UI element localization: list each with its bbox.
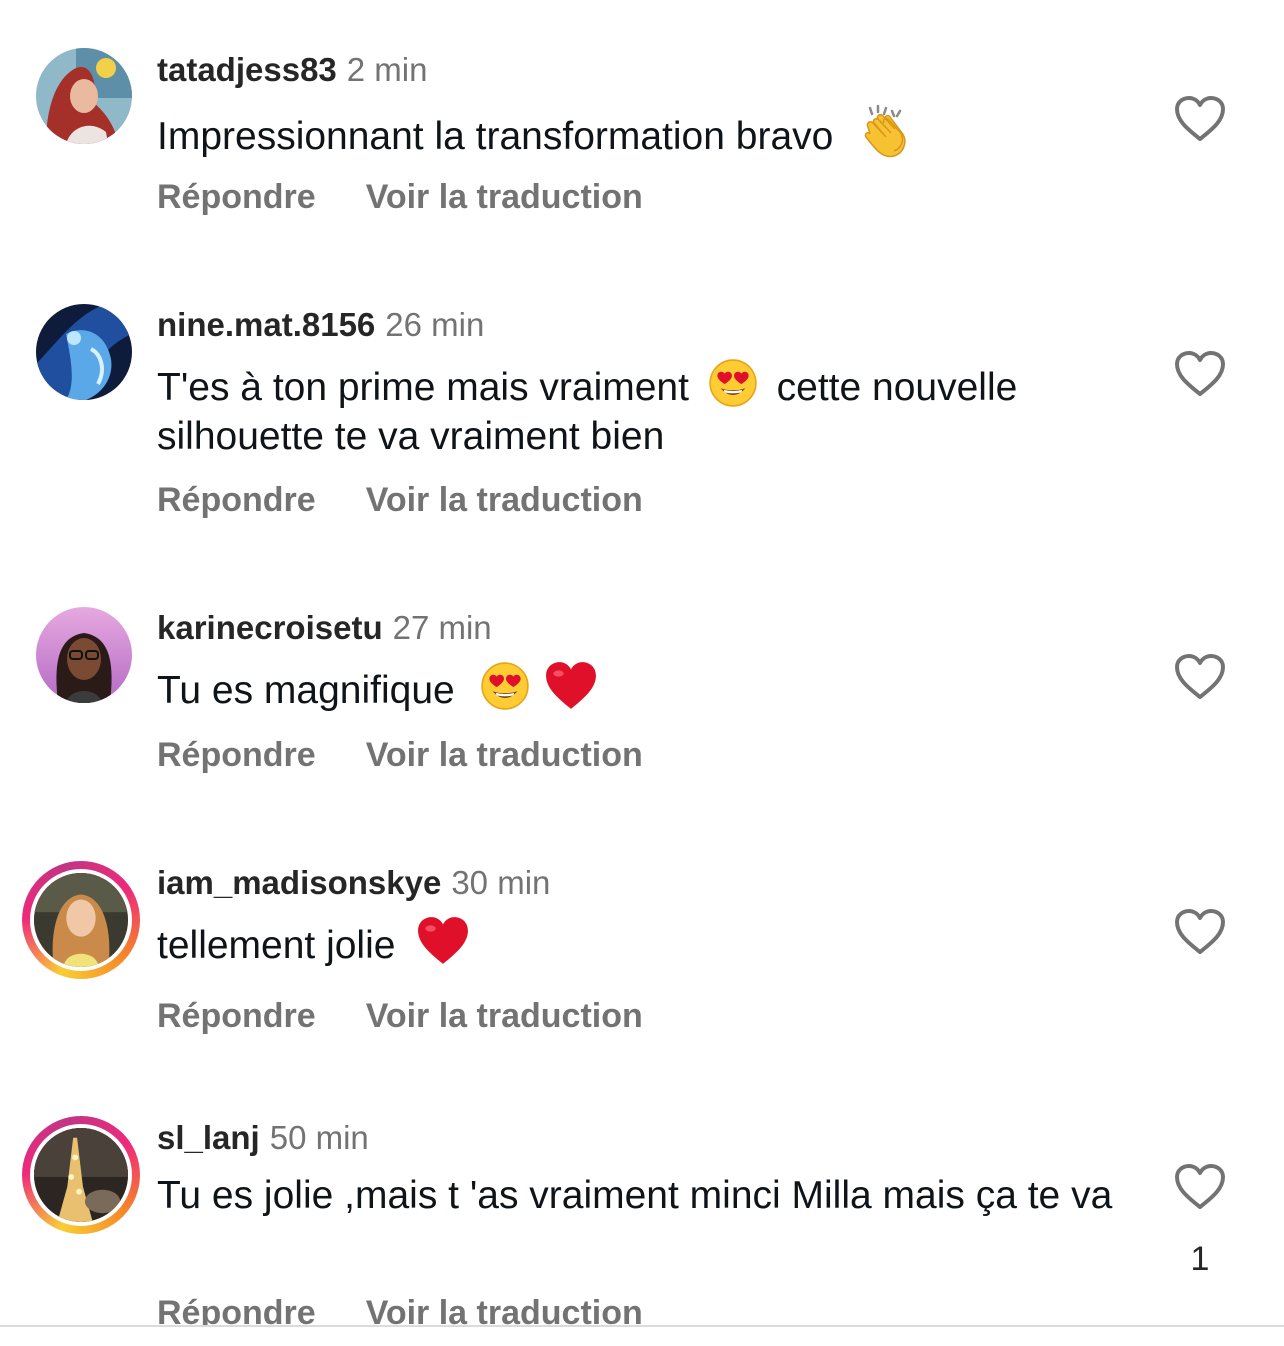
comment-header: nine.mat.8156 26 min [157, 305, 484, 345]
avatar-karinecroisetu[interactable] [36, 607, 132, 703]
comment-time: 2 min [346, 51, 428, 88]
username[interactable]: nine.mat.8156 [157, 306, 375, 343]
avatar-iam-madisonskye[interactable] [22, 861, 140, 979]
comment-body-part-1: T'es à ton prime mais vraiment [157, 366, 689, 409]
username[interactable]: tatadjess83 [157, 51, 337, 88]
red-heart-icon [544, 661, 598, 711]
comment-body: Tu es magnifique [157, 669, 455, 712]
like-button[interactable] [1174, 653, 1226, 701]
comment-actions: Répondre Voir la traduction [157, 177, 643, 217]
heart-outline-icon [1174, 653, 1226, 701]
avatar-image [36, 607, 132, 703]
like-button[interactable] [1174, 350, 1226, 398]
avatar-image [36, 304, 132, 400]
avatar-sl-lanj[interactable] [22, 1116, 140, 1234]
clapping-hands-icon [856, 103, 912, 159]
comment-header: iam_madisonskye 30 min [157, 863, 550, 903]
see-translation-button[interactable]: Voir la traduction [366, 996, 643, 1036]
avatar-nine-mat-8156[interactable] [36, 304, 132, 400]
heart-outline-icon [1174, 95, 1226, 143]
comment-header: tatadjess83 2 min [157, 50, 427, 90]
comment-actions: Répondre Voir la traduction [157, 735, 643, 775]
bottom-bar [0, 1327, 1284, 1346]
reply-button[interactable]: Répondre [157, 735, 316, 775]
comment-text: Tu es jolie ,mais t 'as vraiment minci M… [157, 1171, 1137, 1220]
avatar-image [36, 48, 132, 144]
like-count: 1 [1190, 1240, 1210, 1278]
comment-text: tellement jolie [157, 916, 1137, 970]
see-translation-button[interactable]: Voir la traduction [366, 480, 643, 520]
comment-time: 26 min [385, 306, 485, 343]
comment-actions: Répondre Voir la traduction [157, 480, 643, 520]
username[interactable]: karinecroisetu [157, 609, 383, 646]
like-button[interactable] [1174, 908, 1226, 956]
like-button[interactable] [1174, 95, 1226, 143]
comment-header: sl_lanj 50 min [157, 1118, 369, 1158]
avatar-tatadjess83[interactable] [36, 48, 132, 144]
comment-text: Impressionnant la transformation bravo [157, 103, 1137, 161]
username[interactable]: sl_lanj [157, 1119, 260, 1156]
comment-time: 27 min [392, 609, 492, 646]
comment-header: karinecroisetu 27 min [157, 608, 492, 648]
comment-body: Impressionnant la transformation bravo [157, 115, 834, 158]
reply-button[interactable]: Répondre [157, 996, 316, 1036]
avatar-image [34, 873, 128, 967]
heart-outline-icon [1174, 1163, 1226, 1211]
comment-text: T'es à ton prime mais vraiment cette nou… [157, 358, 1137, 461]
comment-time: 30 min [451, 864, 551, 901]
see-translation-button[interactable]: Voir la traduction [366, 735, 643, 775]
heart-outline-icon [1174, 350, 1226, 398]
comment-body: tellement jolie [157, 924, 396, 967]
comment-time: 50 min [269, 1119, 369, 1156]
username[interactable]: iam_madisonskye [157, 864, 441, 901]
heart-eyes-icon [480, 661, 530, 711]
heart-outline-icon [1174, 908, 1226, 956]
like-button[interactable] [1174, 1163, 1226, 1211]
reply-button[interactable]: Répondre [157, 480, 316, 520]
see-translation-button[interactable]: Voir la traduction [366, 177, 643, 217]
comment-actions: Répondre Voir la traduction [157, 996, 643, 1036]
heart-eyes-icon [708, 358, 758, 408]
reply-button[interactable]: Répondre [157, 177, 316, 217]
comment-body: Tu es jolie ,mais t 'as vraiment minci M… [157, 1174, 1113, 1217]
avatar-image [34, 1128, 128, 1222]
comment-text: Tu es magnifique [157, 661, 1137, 715]
red-heart-icon [416, 916, 470, 966]
